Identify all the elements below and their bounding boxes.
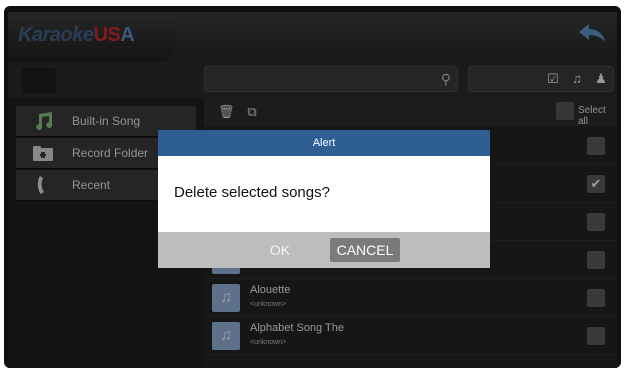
alert-dialog: Alert Delete selected songs? OK CANCEL [158,130,490,268]
dialog-body: Delete selected songs? [158,156,490,232]
app-screen: KaraokeUSA ⚲ ☑ ♫ ♟ Built-in Song Record … [8,12,617,368]
dialog-footer: OK CANCEL [158,232,490,268]
cancel-button[interactable]: CANCEL [330,238,400,262]
dialog-title: Alert [312,137,336,149]
ok-button[interactable]: OK [254,238,306,262]
device-frame: KaraokeUSA ⚲ ☑ ♫ ♟ Built-in Song Record … [4,6,621,368]
dialog-header: Alert [158,130,490,156]
dialog-message: Delete selected songs? [174,184,330,201]
